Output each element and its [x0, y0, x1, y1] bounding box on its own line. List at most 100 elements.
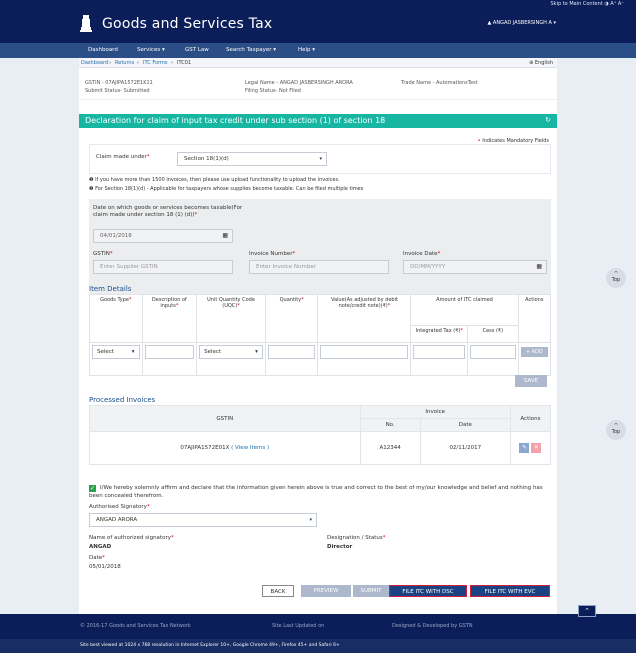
quantity-cell — [264, 342, 319, 376]
back-button[interactable]: BACK — [262, 585, 294, 597]
cess-input[interactable] — [470, 345, 516, 360]
national-emblem-icon — [80, 15, 92, 32]
taxable-date-field[interactable]: 04/01/2018 ▦ — [93, 229, 233, 243]
scroll-top-button[interactable]: ^ Top — [606, 268, 626, 288]
language-selector[interactable]: ⊕ English — [529, 60, 553, 66]
item-details-table: Goods Type* Description of inputs* Unit … — [89, 293, 552, 376]
col-actions: Actions — [509, 404, 552, 433]
main-navbar: Dashboard Services ▾ GST Law Search Taxp… — [0, 43, 636, 58]
crumb-dashboard[interactable]: Dashboard — [81, 60, 108, 66]
row-invoice-no: A12344 — [359, 431, 421, 465]
nav-dashboard[interactable]: Dashboard — [88, 47, 118, 53]
trade-name-info: Trade Name - AutomationsTest — [401, 80, 478, 86]
submit-button[interactable]: SUBMIT — [353, 585, 389, 597]
row-gstin-value: 07AJIPA1572E01X — [180, 445, 230, 452]
view-items-link[interactable]: ( View Items ) — [231, 445, 269, 451]
site-title[interactable]: Goods and Services Tax — [102, 16, 272, 32]
back-to-top-icon[interactable]: ⌃ — [578, 605, 596, 617]
authorised-signatory-select[interactable]: ANGAD ARORA ▾ — [89, 513, 317, 527]
col-invoice-date: Date — [419, 418, 511, 433]
file-itc-dsc-button[interactable]: FILE ITC WITH DSC — [389, 585, 467, 597]
col-description: Description of inputs* — [141, 293, 198, 344]
save-button[interactable]: SAVE — [515, 375, 547, 387]
goods-type-cell: Select ▾ — [89, 342, 143, 376]
delete-icon[interactable]: ✕ — [531, 443, 542, 454]
nav-search-taxpayer[interactable]: Search Taxpayer ▾ — [226, 47, 276, 53]
last-updated-text: Site Last Updated on — [272, 623, 325, 629]
crumb-separator: › — [109, 60, 111, 66]
claim-select-value: Section 18(1)(d) — [184, 156, 229, 162]
goods-type-select[interactable]: Select ▾ — [92, 345, 140, 360]
info-icon: ❶ — [89, 177, 94, 183]
gstin-info: GSTIN - 07AJIPA1572E1K11 — [85, 80, 153, 86]
calendar-icon[interactable]: ▦ — [536, 263, 542, 270]
col-goods-type: Goods Type* — [89, 293, 143, 344]
browser-note: Site best viewed at 1024 x 768 resolutio… — [80, 643, 340, 648]
declaration-text: I/We hereby solemnly affirm and declare … — [89, 485, 543, 499]
nav-services[interactable]: Services ▾ — [137, 47, 165, 53]
designation-value: Director — [327, 544, 353, 550]
taxable-date-value: 04/01/2018 — [100, 233, 132, 239]
processed-invoices-title: Processed Invoices — [89, 396, 156, 404]
crumb-returns[interactable]: Returns — [115, 60, 134, 66]
col-itc-claimed: Amount of ITC claimed — [410, 294, 519, 326]
row-actions: ✎ ✕ — [509, 431, 552, 465]
item-details-title: Item Details — [89, 285, 132, 293]
chevron-down-icon: ▾ — [131, 349, 135, 356]
authorised-signatory-label: Authorised Signatory* — [89, 504, 150, 510]
info-icon: ❶ — [89, 186, 94, 192]
invoice-number-input[interactable]: Enter Invoice Number — [249, 260, 389, 274]
designation-label: Designation / Status* — [327, 535, 386, 541]
skip-to-content-link[interactable]: Skip to Main Content ◑ A⁺ A⁻ — [551, 1, 625, 7]
invoice-form: Date on which goods or services becomes … — [89, 199, 551, 304]
calendar-icon[interactable]: ▦ — [222, 232, 228, 239]
crumb-itc-forms[interactable]: ITC Forms — [143, 60, 168, 66]
add-item-button[interactable]: + ADD — [520, 347, 548, 358]
invoice-number-placeholder: Enter Invoice Number — [256, 264, 317, 270]
signatory-name-label: Name of authorized signatory* — [89, 535, 174, 541]
description-cell — [141, 342, 198, 376]
description-input[interactable] — [144, 345, 195, 360]
scroll-top-button[interactable]: ^ Top — [606, 420, 626, 440]
browser-note-bar: Site best viewed at 1024 x 768 resolutio… — [0, 639, 636, 653]
breadcrumb: Dashboard › Returns › ITC Forms › ITC01 … — [79, 58, 557, 68]
user-menu[interactable]: ▲ ANGAD JASBERSINGH A ▾ — [487, 20, 556, 26]
nav-gst-law[interactable]: GST Law — [185, 47, 209, 53]
claim-label: Claim made under* — [96, 154, 150, 160]
note-section: ❶ For Section 18(1)(d) - Applicable for … — [89, 186, 364, 192]
igst-cell — [410, 342, 469, 376]
claim-select[interactable]: Section 18(1)(d) ▾ — [177, 152, 327, 166]
legal-name-info: Legal Name - ANGAD JASBERSINGH ARORA — [245, 80, 353, 86]
processed-invoices-table: GSTIN Invoice Actions No. Date 07AJIPA15… — [89, 404, 552, 465]
preview-button[interactable]: PREVIEW — [301, 585, 351, 597]
cess-cell — [467, 342, 519, 376]
filing-status: Filing Status- Not Filed — [245, 88, 301, 94]
edit-icon[interactable]: ✎ — [519, 443, 530, 454]
copyright-text: © 2016-17 Goods and Services Tax Network — [80, 623, 191, 629]
uqc-select[interactable]: Select ▾ — [199, 345, 263, 360]
declaration-checkbox[interactable]: ✓ — [89, 485, 96, 492]
signatory-name-value: ANGAD — [89, 544, 112, 550]
submit-status: Submit Status- Submitted — [85, 88, 150, 94]
chevron-down-icon: ▾ — [255, 349, 258, 356]
quantity-input[interactable] — [267, 345, 316, 360]
chevron-down-icon: ▾ — [319, 156, 322, 162]
note-upload: ❶ If you have more than 1500 invoices, t… — [89, 177, 340, 183]
value-input[interactable] — [320, 345, 409, 360]
taxable-date-label: Date on which goods or services becomes … — [93, 205, 243, 218]
crumb-current: ITC01 — [177, 60, 192, 66]
supplier-gstin-input[interactable]: Enter Supplier GSTIN — [93, 260, 233, 274]
row-invoice-date: 02/11/2017 — [419, 431, 511, 465]
nav-help[interactable]: Help ▾ — [298, 47, 315, 53]
accessibility-strip: Skip to Main Content ◑ A⁺ A⁻ — [0, 0, 636, 9]
declaration-date-value: 05/01/2018 — [89, 564, 121, 570]
invoice-date-placeholder: DD/MM/YYYY — [410, 264, 446, 270]
refresh-icon[interactable]: ↻ — [545, 116, 551, 124]
col-invoice-no: No. — [359, 418, 421, 433]
file-itc-evc-button[interactable]: FILE ITC WITH EVC — [470, 585, 550, 597]
invoice-date-input[interactable]: DD/MM/YYYY ▦ — [403, 260, 547, 274]
col-cess: Cess (₹) — [467, 324, 519, 344]
section-header: Declaration for claim of input tax credi… — [79, 114, 557, 128]
igst-input[interactable] — [413, 345, 466, 360]
main-content: Dashboard › Returns › ITC Forms › ITC01 … — [79, 58, 557, 614]
